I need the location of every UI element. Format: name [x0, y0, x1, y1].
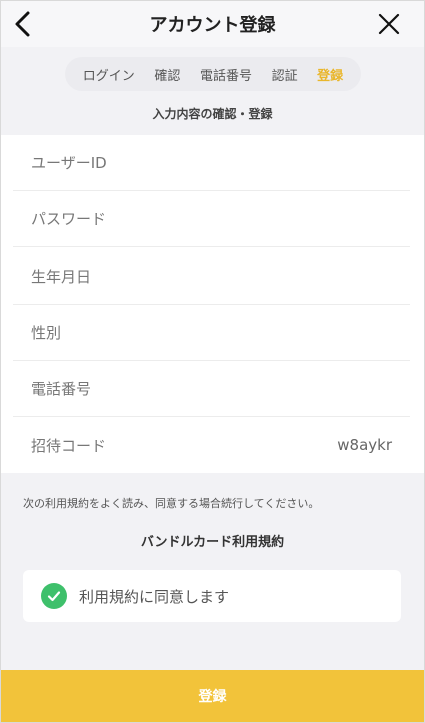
agree-label: 利用規約に同意します [79, 587, 230, 606]
terms-note: 次の利用規約をよく読み、同意する場合続行してください。 [23, 497, 320, 510]
app-frame: アカウント登録 ログイン 確認 電話番号 認証 登録 入力内容の確認・登録 ユー… [0, 0, 425, 723]
close-icon [378, 13, 400, 35]
close-button[interactable] [374, 9, 404, 39]
field-user-id[interactable]: ユーザーID [13, 135, 410, 191]
field-invite-code[interactable]: 招待コード w8aykr [13, 417, 410, 473]
section-subtitle: 入力内容の確認・登録 [152, 107, 273, 121]
step-verify: 認証 [271, 68, 298, 84]
step-register: 登録 [317, 68, 344, 84]
step-login: ログイン [82, 68, 135, 84]
field-label: 招待コード [31, 436, 107, 455]
agree-terms-checkbox[interactable]: 利用規約に同意します [23, 570, 401, 622]
terms-title-link[interactable]: バンドルカード利用規約 [1, 531, 424, 550]
page-title: アカウント登録 [149, 15, 276, 36]
invite-code-value: w8aykr [337, 436, 392, 454]
field-phone[interactable]: 電話番号 [13, 361, 410, 417]
field-label: パスワード [31, 210, 107, 228]
field-label: 電話番号 [31, 380, 92, 398]
field-gender[interactable]: 性別 [13, 305, 410, 361]
step-confirm: 確認 [154, 68, 181, 84]
step-phone: 電話番号 [199, 68, 252, 84]
field-label: ユーザーID [31, 154, 107, 172]
checkmark-circle-icon [41, 583, 67, 609]
register-button[interactable]: 登録 [1, 670, 424, 722]
header-bar: アカウント登録 [1, 1, 424, 47]
field-password[interactable]: パスワード [13, 191, 410, 247]
field-birthdate[interactable]: 生年月日 [13, 249, 410, 305]
field-label: 生年月日 [31, 268, 92, 286]
field-label: 性別 [31, 324, 62, 342]
registration-form: ユーザーID パスワード 生年月日 性別 電話番号 招待コード w8aykr [1, 135, 424, 473]
step-indicator: ログイン 確認 電話番号 認証 登録 [65, 57, 361, 91]
